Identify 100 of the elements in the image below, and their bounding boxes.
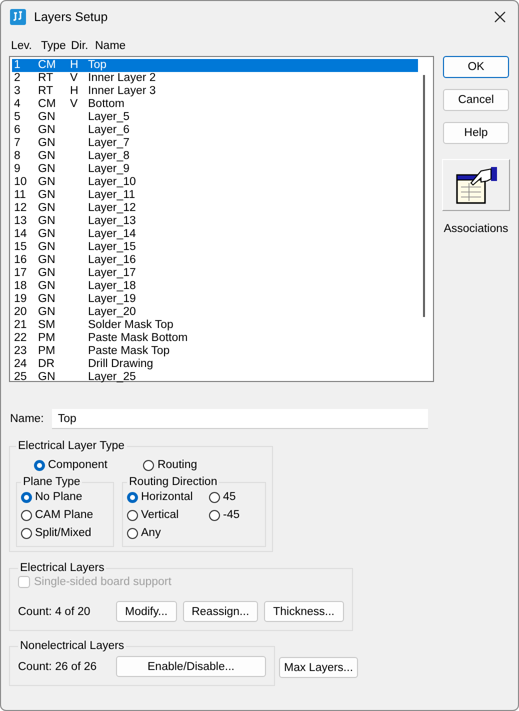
scrollbar[interactable] bbox=[423, 75, 425, 317]
type-cell-text: GN bbox=[38, 150, 56, 163]
name-cell-text: Layer_5 bbox=[88, 111, 131, 124]
name-cell-text: Inner Layer 2 bbox=[88, 72, 157, 85]
layer-row[interactable]: 23 PM Paste Mask Top bbox=[12, 345, 418, 358]
dialog-button[interactable]: Help bbox=[443, 122, 509, 144]
level-cell-text: 22 bbox=[14, 332, 28, 345]
name-cell-text: Layer_7 bbox=[88, 137, 131, 150]
layer-row[interactable]: 15 GN Layer_15 bbox=[12, 241, 418, 254]
layer-row[interactable]: 1 CM H Top bbox=[12, 59, 418, 72]
type-cell-text: GN bbox=[38, 189, 56, 202]
dialog-button[interactable]: Max Layers... bbox=[279, 657, 358, 678]
column-header: Type bbox=[41, 40, 67, 54]
layer-row[interactable]: 5 GN Layer_5 bbox=[12, 111, 418, 124]
layer-row[interactable]: 13 GN Layer_13 bbox=[12, 215, 418, 228]
layer-row[interactable]: 8 GN Layer_8 bbox=[12, 150, 418, 163]
radio-option[interactable]: No Plane bbox=[21, 488, 107, 506]
associations-label: Associations bbox=[444, 223, 508, 235]
dialog-button[interactable]: Thickness... bbox=[264, 601, 344, 622]
dialog-button[interactable]: Reassign... bbox=[182, 601, 258, 622]
level-cell-text: 21 bbox=[14, 319, 28, 332]
type-cell-text: GN bbox=[38, 163, 56, 176]
level-cell-text: 19 bbox=[14, 293, 28, 306]
type-cell-text: GN bbox=[38, 124, 56, 137]
radio-option[interactable]: 45 bbox=[209, 488, 259, 506]
app-icon bbox=[10, 9, 26, 25]
radio-option[interactable]: Component bbox=[34, 456, 108, 474]
layer-row[interactable]: 4 CM V Bottom bbox=[12, 98, 418, 111]
name-cell-text: Layer_14 bbox=[88, 228, 137, 241]
dialog-button[interactable]: Modify... bbox=[116, 601, 177, 622]
type-cell-text: CM bbox=[38, 98, 57, 111]
radio-option[interactable]: Routing bbox=[143, 456, 198, 474]
level-cell-text: 25 bbox=[14, 371, 28, 384]
count-label: Count: 26 of 26 bbox=[18, 660, 98, 672]
name-cell-text: Layer_20 bbox=[88, 306, 137, 319]
layer-row[interactable]: 24 DR Drill Drawing bbox=[12, 358, 418, 371]
group-title: Routing Direction bbox=[128, 476, 218, 488]
type-cell-text: GN bbox=[38, 137, 56, 150]
name-cell-text: Layer_25 bbox=[88, 371, 137, 384]
name-cell-text: Layer_15 bbox=[88, 241, 137, 254]
column-header: Dir. bbox=[71, 40, 90, 54]
layer-list[interactable] bbox=[9, 56, 434, 382]
direction-cell: H bbox=[70, 59, 78, 71]
level-cell-text: 12 bbox=[14, 202, 28, 215]
name-field[interactable]: Top bbox=[52, 409, 428, 429]
type-cell-text: GN bbox=[38, 371, 56, 384]
group-title: Plane Type bbox=[22, 476, 82, 488]
level-cell-text: 6 bbox=[14, 124, 22, 137]
type-cell-text: GN bbox=[38, 241, 56, 254]
type-cell-text: GN bbox=[38, 202, 56, 215]
close-icon[interactable] bbox=[494, 11, 506, 23]
radio-option[interactable]: CAM Plane bbox=[21, 506, 107, 524]
associations-button[interactable] bbox=[442, 159, 510, 211]
dialog-button[interactable]: Cancel bbox=[443, 89, 509, 111]
ok-button[interactable]: OK bbox=[443, 56, 509, 78]
dialog-button[interactable]: Enable/Disable... bbox=[116, 656, 266, 677]
level-cell-text: 16 bbox=[14, 254, 28, 267]
layer-row[interactable]: 22 PM Paste Mask Bottom bbox=[12, 332, 418, 345]
layer-row[interactable]: 14 GN Layer_14 bbox=[12, 228, 418, 241]
name-cell-text: Solder Mask Top bbox=[88, 319, 174, 332]
type-cell-text: GN bbox=[38, 254, 56, 267]
radio-option[interactable]: Vertical bbox=[127, 506, 209, 524]
radio-option[interactable]: Horizontal bbox=[127, 488, 209, 506]
layer-row[interactable]: 10 GN Layer_10 bbox=[12, 176, 418, 189]
layer-row[interactable]: 20 GN Layer_20 bbox=[12, 306, 418, 319]
layer-row[interactable]: 21 SM Solder Mask Top bbox=[12, 319, 418, 332]
layer-row[interactable]: 6 GN Layer_6 bbox=[12, 124, 418, 137]
type-cell-text: CM bbox=[38, 59, 57, 72]
radio-option[interactable]: Any bbox=[127, 524, 209, 542]
layer-row[interactable]: 2 RT V Inner Layer 2 bbox=[12, 72, 418, 85]
group-title: Electrical Layer Type bbox=[17, 440, 126, 452]
level-cell-text: 13 bbox=[14, 215, 28, 228]
level-cell-text: 18 bbox=[14, 280, 28, 293]
name-cell-text: Drill Drawing bbox=[88, 358, 154, 371]
layer-row[interactable]: 11 GN Layer_11 bbox=[12, 189, 418, 202]
radio-option[interactable]: -45 bbox=[209, 506, 259, 524]
level-cell-text: 7 bbox=[14, 137, 22, 150]
layer-row[interactable]: 9 GN Layer_9 bbox=[12, 163, 418, 176]
level-cell-text: 10 bbox=[14, 176, 28, 189]
radio-option[interactable]: Split/Mixed bbox=[21, 524, 107, 542]
layer-row[interactable]: 12 GN Layer_12 bbox=[12, 202, 418, 215]
level-cell-text: 9 bbox=[14, 163, 22, 176]
level-cell-text: 4 bbox=[14, 98, 22, 111]
layer-row[interactable]: 7 GN Layer_7 bbox=[12, 137, 418, 150]
name-cell-text: Layer_10 bbox=[88, 176, 137, 189]
window-title: Layers Setup bbox=[34, 10, 109, 24]
layer-row[interactable]: 16 GN Layer_16 bbox=[12, 254, 418, 267]
name-cell-text: Bottom bbox=[88, 98, 126, 111]
layer-row[interactable]: 3 RT H Inner Layer 3 bbox=[12, 85, 418, 98]
layer-row[interactable]: 25 GN Layer_25 bbox=[12, 371, 418, 384]
layer-row[interactable]: 19 GN Layer_19 bbox=[12, 293, 418, 306]
level-cell-text: 14 bbox=[14, 228, 28, 241]
name-cell-text: Layer_11 bbox=[88, 189, 136, 202]
level-cell-text: 8 bbox=[14, 150, 22, 163]
name-cell-text: Paste Mask Bottom bbox=[88, 332, 189, 345]
level-cell-text: 1 bbox=[14, 59, 22, 72]
layer-row[interactable]: 18 GN Layer_18 bbox=[12, 280, 418, 293]
layer-row[interactable]: 17 GN Layer_17 bbox=[12, 267, 418, 280]
name-cell-text: Top bbox=[88, 59, 108, 72]
type-cell-text: GN bbox=[38, 293, 56, 306]
